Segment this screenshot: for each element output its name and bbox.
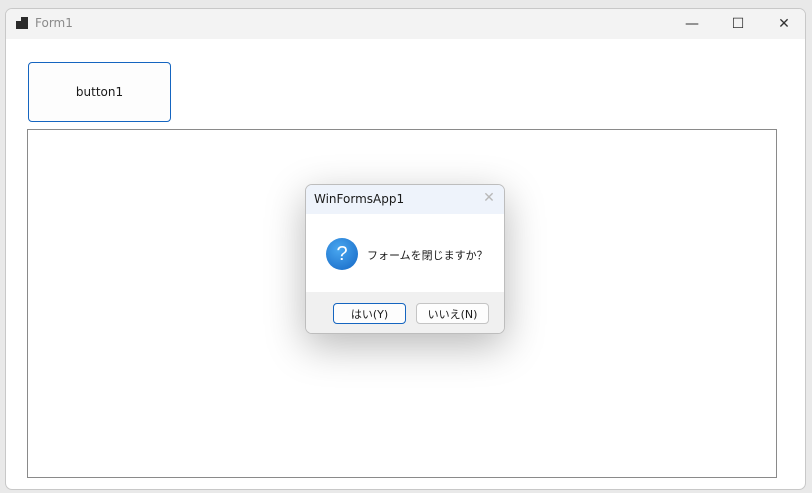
no-button[interactable]: いいえ(N) [416,303,489,324]
minimize-icon: — [685,16,699,32]
dialog-button-bar: はい(Y) いいえ(N) [306,292,504,333]
message-box-dialog: WinFormsApp1 ✕ ? フォームを閉じますか？ はい(Y) いいえ(N… [305,184,505,334]
app-icon [16,17,28,29]
yes-button[interactable]: はい(Y) [333,303,406,324]
window-title: Form1 [35,16,73,30]
dialog-message: フォームを閉じますか？ [367,249,488,262]
dialog-close-icon: ✕ [483,190,495,206]
dialog-title: WinFormsApp1 [314,192,405,206]
question-icon: ? [326,238,358,270]
close-button[interactable]: ✕ [761,9,805,39]
dialog-title-bar[interactable]: WinFormsApp1 ✕ [306,185,504,214]
minimize-button[interactable]: — [669,9,715,39]
title-bar[interactable]: Form1 — ☐ ✕ [6,9,805,39]
button1[interactable]: button1 [28,62,171,122]
close-icon: ✕ [778,16,790,32]
dialog-close-button[interactable]: ✕ [481,190,497,206]
maximize-button[interactable]: ☐ [715,9,761,39]
maximize-icon: ☐ [731,16,745,32]
